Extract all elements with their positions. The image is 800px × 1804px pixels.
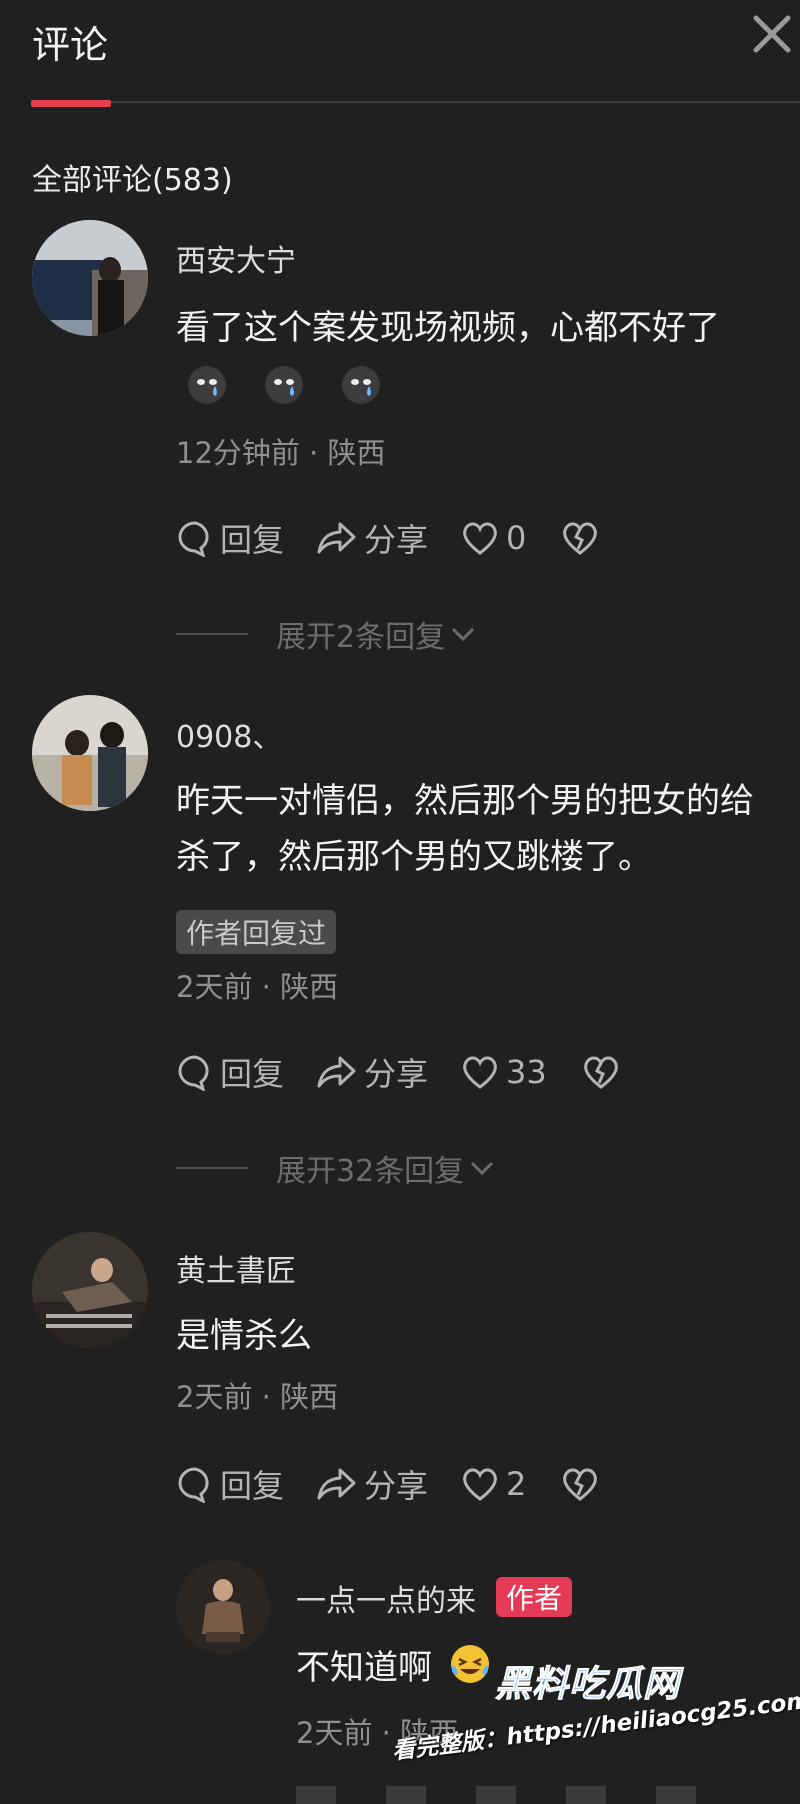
like-count: 33 [506, 1053, 547, 1091]
avatar[interactable] [32, 1232, 148, 1348]
watermark: 黑料吃瓜网 看完整版：https://heiliaocg25.com [390, 1650, 800, 1800]
dislike-button[interactable] [560, 520, 606, 556]
comment-text: 是情杀么 [176, 1316, 312, 1356]
chevron-down-icon [471, 1161, 494, 1176]
reply-bubble-icon [178, 521, 209, 557]
like-button[interactable]: 0 [460, 519, 526, 557]
author-badge: 作者 [496, 1577, 573, 1617]
chevron-down-icon [452, 627, 475, 642]
like-button[interactable]: 33 [460, 1053, 547, 1091]
divider-line [176, 633, 248, 635]
reply-author: 一点一点的来 作者 [296, 1576, 573, 1620]
comment-actions: 回复 分享 2 [176, 1462, 638, 1506]
share-button[interactable]: 分享 [316, 515, 428, 561]
comment-author[interactable]: 黄土書匠 [176, 1246, 296, 1290]
heart-icon [463, 1056, 497, 1089]
broken-heart-icon [583, 1056, 618, 1089]
like-count: 2 [506, 1465, 527, 1503]
like-count: 0 [506, 519, 527, 557]
reply-button[interactable]: 回复 [176, 1049, 284, 1095]
expand-label: 展开32条回复 [276, 1154, 465, 1189]
expand-replies-button[interactable]: 展开32条回复 [176, 1146, 496, 1190]
author-replied-tag: 作者回复过 [176, 910, 337, 954]
share-button[interactable]: 分享 [316, 1049, 428, 1095]
share-label: 分享 [364, 521, 429, 559]
share-button[interactable]: 分享 [316, 1461, 428, 1507]
reply-button[interactable]: 回复 [176, 1461, 284, 1507]
dislike-button[interactable] [560, 1466, 606, 1502]
close-button[interactable] [752, 12, 792, 56]
close-icon [753, 15, 791, 53]
heart-icon [463, 1468, 497, 1501]
active-tab-indicator [31, 100, 111, 107]
share-arrow-icon [317, 522, 356, 554]
reply-label: 回复 [220, 1467, 285, 1505]
comment-meta: 2天前 · 陕西 [176, 1380, 339, 1414]
expand-label: 展开2条回复 [276, 620, 446, 655]
broken-heart-icon [563, 1468, 598, 1501]
reply-bubble-icon [178, 1467, 209, 1503]
crying-emoji-icon [188, 366, 226, 404]
expand-replies-button[interactable]: 展开2条回复 [176, 612, 477, 656]
comment-author[interactable]: 西安大宁 [176, 236, 296, 280]
avatar[interactable] [176, 1560, 270, 1654]
divider-line [176, 1167, 248, 1169]
share-arrow-icon [317, 1468, 356, 1500]
comment-actions: 回复 分享 33 [176, 1050, 659, 1094]
comments-header: 评论 [0, 0, 800, 107]
comment-text: 昨天一对情侣，然后那个男的把女的给杀了，然后那个男的又跳楼了。 [176, 781, 754, 877]
reply-button[interactable]: 回复 [176, 515, 284, 561]
comment-actions: 回复 分享 0 [176, 516, 638, 560]
heart-icon [463, 522, 497, 555]
share-label: 分享 [364, 1055, 429, 1093]
reply-label: 回复 [220, 1055, 285, 1093]
comment-text: 看了这个案发现场视频，心都不好了 [176, 308, 720, 348]
broken-heart-icon [563, 522, 598, 555]
emoji-row [188, 366, 414, 404]
header-divider [32, 101, 800, 103]
like-button[interactable]: 2 [460, 1465, 526, 1503]
comments-count: 全部评论(583) [32, 163, 233, 198]
dislike-button[interactable] [581, 1054, 627, 1090]
share-label: 分享 [364, 1467, 429, 1505]
reply-author-name[interactable]: 一点一点的来 [296, 1584, 476, 1619]
comment-author[interactable]: 0908、 [176, 712, 282, 756]
crying-emoji-icon [342, 366, 381, 404]
comments-tab-title[interactable]: 评论 [32, 14, 108, 69]
crying-emoji-icon [265, 366, 304, 404]
reply-bubble-icon [178, 1055, 209, 1091]
avatar[interactable] [32, 220, 148, 336]
comment-meta: 2天前 · 陕西 [176, 970, 339, 1004]
avatar[interactable] [32, 695, 148, 811]
share-arrow-icon [317, 1056, 356, 1088]
comment-meta: 12分钟前 · 陕西 [176, 436, 386, 470]
reply-label: 回复 [220, 521, 285, 559]
